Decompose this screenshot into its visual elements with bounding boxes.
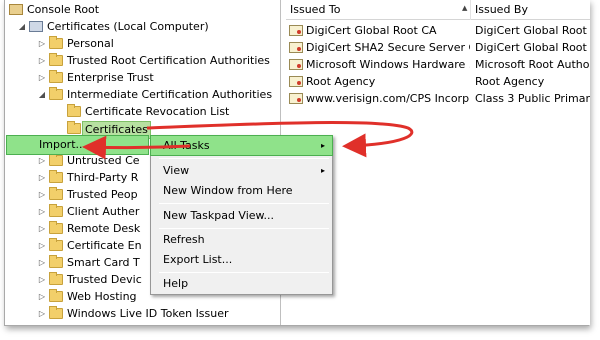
expand-icon[interactable]: ▷	[37, 187, 47, 203]
expand-icon[interactable]: ▷	[37, 289, 47, 305]
expand-icon[interactable]: ▷	[37, 306, 47, 322]
folder-icon	[49, 187, 63, 200]
context-menu: All Tasks ▸ View ▸ New Window from Here …	[150, 135, 333, 295]
certificate-icon	[289, 59, 303, 70]
folder-icon	[49, 170, 63, 183]
console-root-icon	[9, 4, 23, 15]
folder-icon	[49, 238, 63, 251]
folder-icon	[49, 306, 63, 319]
folder-icon	[49, 255, 63, 268]
expand-icon[interactable]: ▷	[37, 53, 47, 69]
collapse-icon[interactable]: ◢	[37, 87, 47, 103]
new-taskpad-menu-item[interactable]: New Taskpad View...	[151, 206, 332, 226]
expand-icon[interactable]: ▷	[37, 153, 47, 169]
expand-icon[interactable]: ▷	[37, 255, 47, 271]
menu-separator	[159, 228, 329, 229]
column-issued-to[interactable]: Issued To	[286, 0, 471, 20]
expand-icon[interactable]: ▷	[37, 204, 47, 220]
import-menu-item[interactable]: Import...	[39, 136, 86, 154]
folder-icon	[49, 36, 63, 49]
folder-icon	[49, 87, 63, 100]
new-window-menu-item[interactable]: New Window from Here	[151, 181, 332, 201]
sort-ascending-icon: ▲	[462, 4, 468, 12]
certificate-store-icon	[29, 21, 43, 32]
folder-icon	[49, 53, 63, 66]
all-tasks-menu-item[interactable]: All Tasks ▸	[150, 135, 333, 156]
expand-icon[interactable]: ▷	[37, 70, 47, 86]
expand-icon[interactable]: ▷	[37, 238, 47, 254]
certificate-icon	[289, 76, 303, 87]
export-list-menu-item[interactable]: Export List...	[151, 250, 332, 270]
expand-icon[interactable]: ▷	[37, 36, 47, 52]
folder-icon	[67, 104, 81, 117]
help-menu-item[interactable]: Help	[151, 274, 332, 294]
column-issued-by[interactable]: Issued By	[471, 0, 590, 20]
certificate-icon	[289, 25, 303, 36]
submenu-arrow-icon: ▸	[320, 166, 325, 175]
certificate-icon	[289, 93, 303, 104]
expand-icon[interactable]: ▷	[37, 221, 47, 237]
menu-separator	[159, 158, 329, 159]
folder-icon	[49, 221, 63, 234]
submenu-arrow-icon: ▸	[320, 141, 325, 150]
folder-icon	[49, 70, 63, 83]
view-menu-item[interactable]: View ▸	[151, 161, 332, 181]
collapse-icon[interactable]: ◢	[17, 19, 27, 35]
folder-icon	[67, 121, 81, 134]
menu-separator	[159, 203, 329, 204]
all-tasks-submenu: Import...	[6, 135, 149, 155]
menu-separator	[159, 272, 329, 273]
list-header: Issued To ▲ Issued By	[286, 0, 590, 20]
folder-icon	[49, 204, 63, 217]
refresh-menu-item[interactable]: Refresh	[151, 230, 332, 250]
expand-icon[interactable]: ▷	[37, 170, 47, 186]
folder-icon	[49, 272, 63, 285]
certificate-icon	[289, 42, 303, 53]
folder-icon	[49, 289, 63, 302]
expand-icon[interactable]: ▷	[37, 272, 47, 288]
folder-icon	[49, 153, 63, 166]
